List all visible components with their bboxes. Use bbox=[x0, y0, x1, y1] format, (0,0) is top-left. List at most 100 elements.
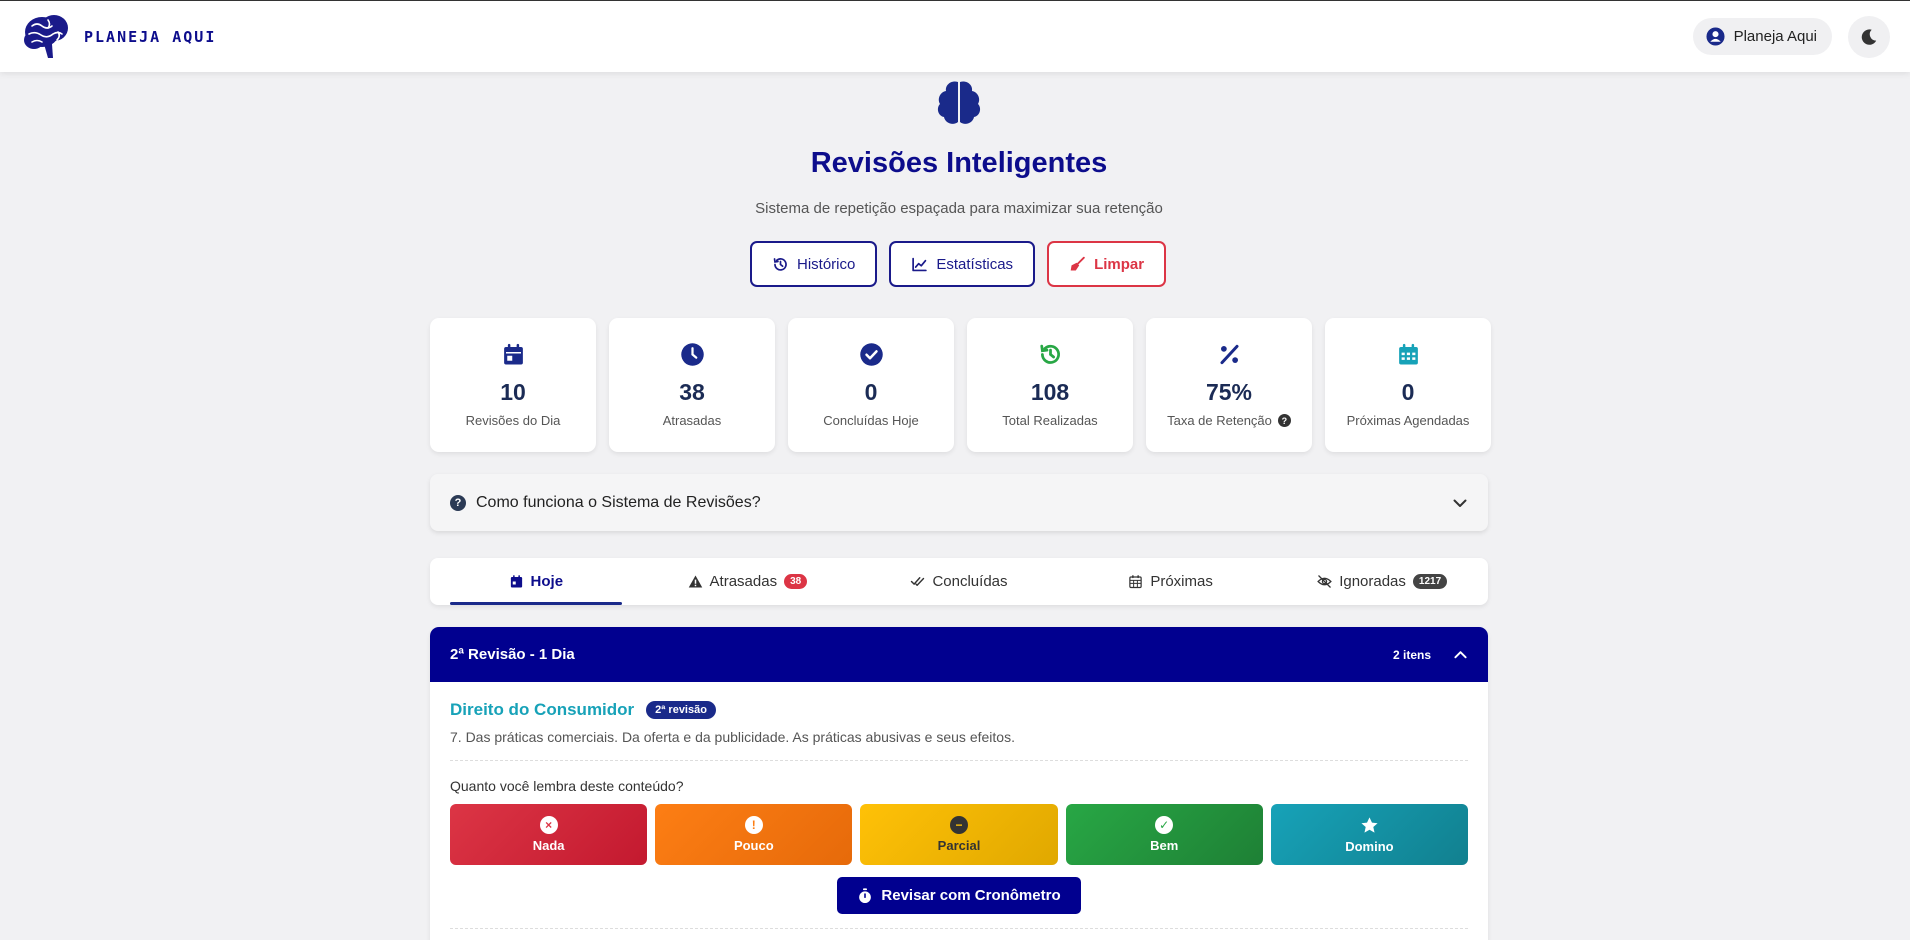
stopwatch-icon bbox=[859, 887, 872, 903]
rate-nada-button[interactable]: × Nada bbox=[450, 804, 648, 865]
stat-card-concluidas-hoje: 0 Concluídas Hoje bbox=[788, 318, 954, 452]
tab-label: Concluídas bbox=[932, 573, 1008, 590]
stat-value: 10 bbox=[500, 379, 526, 405]
stat-label: Próximas Agendadas bbox=[1346, 413, 1470, 428]
rate-bem-button[interactable]: ✓ Bem bbox=[1065, 804, 1263, 865]
tab-concluidas[interactable]: Concluídas bbox=[853, 558, 1065, 605]
stat-label: Revisões do Dia bbox=[465, 413, 561, 428]
rate-label: Domino bbox=[1345, 838, 1394, 854]
overdue-count-badge: 38 bbox=[784, 574, 808, 589]
clock-icon bbox=[680, 343, 704, 366]
rate-pouco-button[interactable]: ! Pouco bbox=[655, 804, 853, 865]
check-circle-icon bbox=[859, 343, 883, 366]
stat-card-atrasadas: 38 Atrasadas bbox=[609, 318, 775, 452]
line-chart-icon bbox=[912, 257, 928, 271]
subject-title[interactable]: Direito do Consumidor bbox=[450, 700, 634, 720]
question-icon: ? bbox=[450, 494, 466, 511]
tab-atrasadas[interactable]: Atrasadas 38 bbox=[642, 558, 854, 605]
timer-button-label: Revisar com Cronômetro bbox=[881, 887, 1061, 904]
rate-label: Bem bbox=[1150, 838, 1179, 853]
rate-label: Parcial bbox=[937, 838, 981, 853]
history-icon bbox=[773, 257, 787, 271]
group-item-count: 2 itens bbox=[1392, 647, 1431, 662]
calendar-grid-icon bbox=[1398, 343, 1418, 365]
history-icon bbox=[1039, 344, 1060, 364]
x-circle-icon: × bbox=[539, 816, 558, 834]
stat-label: Total Realizadas bbox=[1002, 413, 1098, 428]
stat-value: 0 bbox=[864, 379, 878, 405]
item-divider bbox=[450, 928, 1468, 929]
warning-icon bbox=[688, 575, 702, 588]
tab-hoje[interactable]: Hoje bbox=[430, 558, 642, 605]
ignored-count-badge: 1217 bbox=[1412, 574, 1448, 589]
page-title: Revisões Inteligentes bbox=[810, 147, 1108, 179]
stat-label: Atrasadas bbox=[662, 413, 722, 428]
how-it-works-accordion[interactable]: ? Como funciona o Sistema de Revisões? bbox=[430, 474, 1488, 531]
tab-ignoradas[interactable]: Ignoradas 1217 bbox=[1276, 558, 1488, 605]
stat-card-revisoes-dia: 10 Revisões do Dia bbox=[430, 318, 596, 452]
rate-label: Nada bbox=[532, 838, 565, 853]
history-button-label: Histórico bbox=[797, 255, 856, 273]
chevron-down-icon bbox=[1453, 499, 1467, 507]
clear-button[interactable]: Limpar bbox=[1047, 241, 1167, 287]
broom-icon bbox=[1070, 256, 1085, 270]
history-button[interactable]: Histórico bbox=[750, 241, 878, 287]
navbar: PLANEJA AQUI Planeja Aqui bbox=[0, 0, 1910, 72]
stat-value: 0 bbox=[1401, 379, 1415, 405]
user-name: Planeja Aqui bbox=[1733, 28, 1817, 45]
percent-icon bbox=[1220, 344, 1238, 365]
moon-icon bbox=[1861, 28, 1877, 45]
brain-icon bbox=[937, 81, 981, 124]
check-circle-icon: ✓ bbox=[1155, 816, 1174, 834]
theme-toggle-button[interactable] bbox=[1848, 15, 1890, 58]
tab-label: Ignoradas bbox=[1339, 573, 1406, 590]
brain-logo-icon bbox=[24, 14, 68, 58]
stat-value: 38 bbox=[679, 379, 705, 405]
rate-dominio-button[interactable]: Domino bbox=[1270, 804, 1469, 865]
tab-label: Atrasadas bbox=[709, 573, 778, 590]
calendar-icon bbox=[510, 575, 522, 588]
help-icon[interactable]: ? bbox=[1277, 414, 1291, 427]
tab-proximas[interactable]: Próximas bbox=[1065, 558, 1277, 605]
double-check-icon bbox=[911, 577, 925, 586]
exclamation-circle-icon: ! bbox=[744, 816, 763, 834]
rate-label: Pouco bbox=[733, 838, 774, 853]
brand[interactable]: PLANEJA AQUI bbox=[20, 12, 216, 62]
accordion-label: Como funciona o Sistema de Revisões? bbox=[476, 493, 761, 511]
user-circle-icon bbox=[1706, 27, 1725, 46]
stats-grid: 10 Revisões do Dia 38 Atrasadas 0 Conclu… bbox=[430, 318, 1491, 452]
rate-parcial-button[interactable]: − Parcial bbox=[860, 804, 1058, 865]
stat-value: 75% bbox=[1205, 379, 1253, 405]
calendar-icon bbox=[503, 343, 523, 365]
stat-label: Taxa de Retenção ? bbox=[1167, 413, 1291, 428]
brand-name: PLANEJA AQUI bbox=[84, 27, 217, 46]
stat-card-proximas-agendadas: 0 Próximas Agendadas bbox=[1325, 318, 1491, 452]
review-item: Direito do Consumidor 2ª revisão 7. Das … bbox=[430, 682, 1488, 929]
review-with-timer-button[interactable]: Revisar com Cronômetro bbox=[837, 877, 1081, 914]
page-subtitle: Sistema de repetição espaçada para maxim… bbox=[755, 200, 1163, 217]
review-group: 2ª Revisão - 1 Dia 2 itens Direito do Co… bbox=[430, 627, 1488, 940]
group-header[interactable]: 2ª Revisão - 1 Dia 2 itens bbox=[430, 627, 1488, 682]
review-tabs: Hoje Atrasadas 38 Concluídas Próximas Ig… bbox=[430, 558, 1488, 605]
group-title: 2ª Revisão - 1 Dia bbox=[450, 646, 575, 663]
statistics-button[interactable]: Estatísticas bbox=[889, 241, 1036, 287]
topic-text: 7. Das práticas comerciais. Da oferta e … bbox=[450, 729, 1468, 761]
revision-badge: 2ª revisão bbox=[646, 701, 716, 719]
chevron-up-icon[interactable] bbox=[1453, 647, 1468, 662]
user-menu-button[interactable]: Planeja Aqui bbox=[1692, 18, 1832, 55]
stat-card-taxa-retencao: 75% Taxa de Retenção ? bbox=[1146, 318, 1312, 452]
minus-circle-icon: − bbox=[950, 816, 968, 834]
stat-value: 108 bbox=[1030, 379, 1070, 405]
stat-label: Concluídas Hoje bbox=[823, 413, 919, 428]
recall-question: Quanto você lembra deste conteúdo? bbox=[450, 778, 684, 794]
statistics-button-label: Estatísticas bbox=[936, 255, 1014, 273]
calendar-grid-icon bbox=[1129, 575, 1143, 589]
stat-card-total-realizadas: 108 Total Realizadas bbox=[967, 318, 1133, 452]
clear-button-label: Limpar bbox=[1094, 255, 1145, 273]
rating-buttons: × Nada ! Pouco − Parcial ✓ Bem Domino bbox=[450, 804, 1469, 865]
eye-slash-icon bbox=[1317, 575, 1332, 588]
action-buttons: Histórico Estatísticas Limpar bbox=[750, 241, 1167, 287]
tab-label: Próximas bbox=[1150, 573, 1213, 590]
star-icon bbox=[1361, 816, 1378, 833]
tab-label: Hoje bbox=[530, 573, 564, 590]
